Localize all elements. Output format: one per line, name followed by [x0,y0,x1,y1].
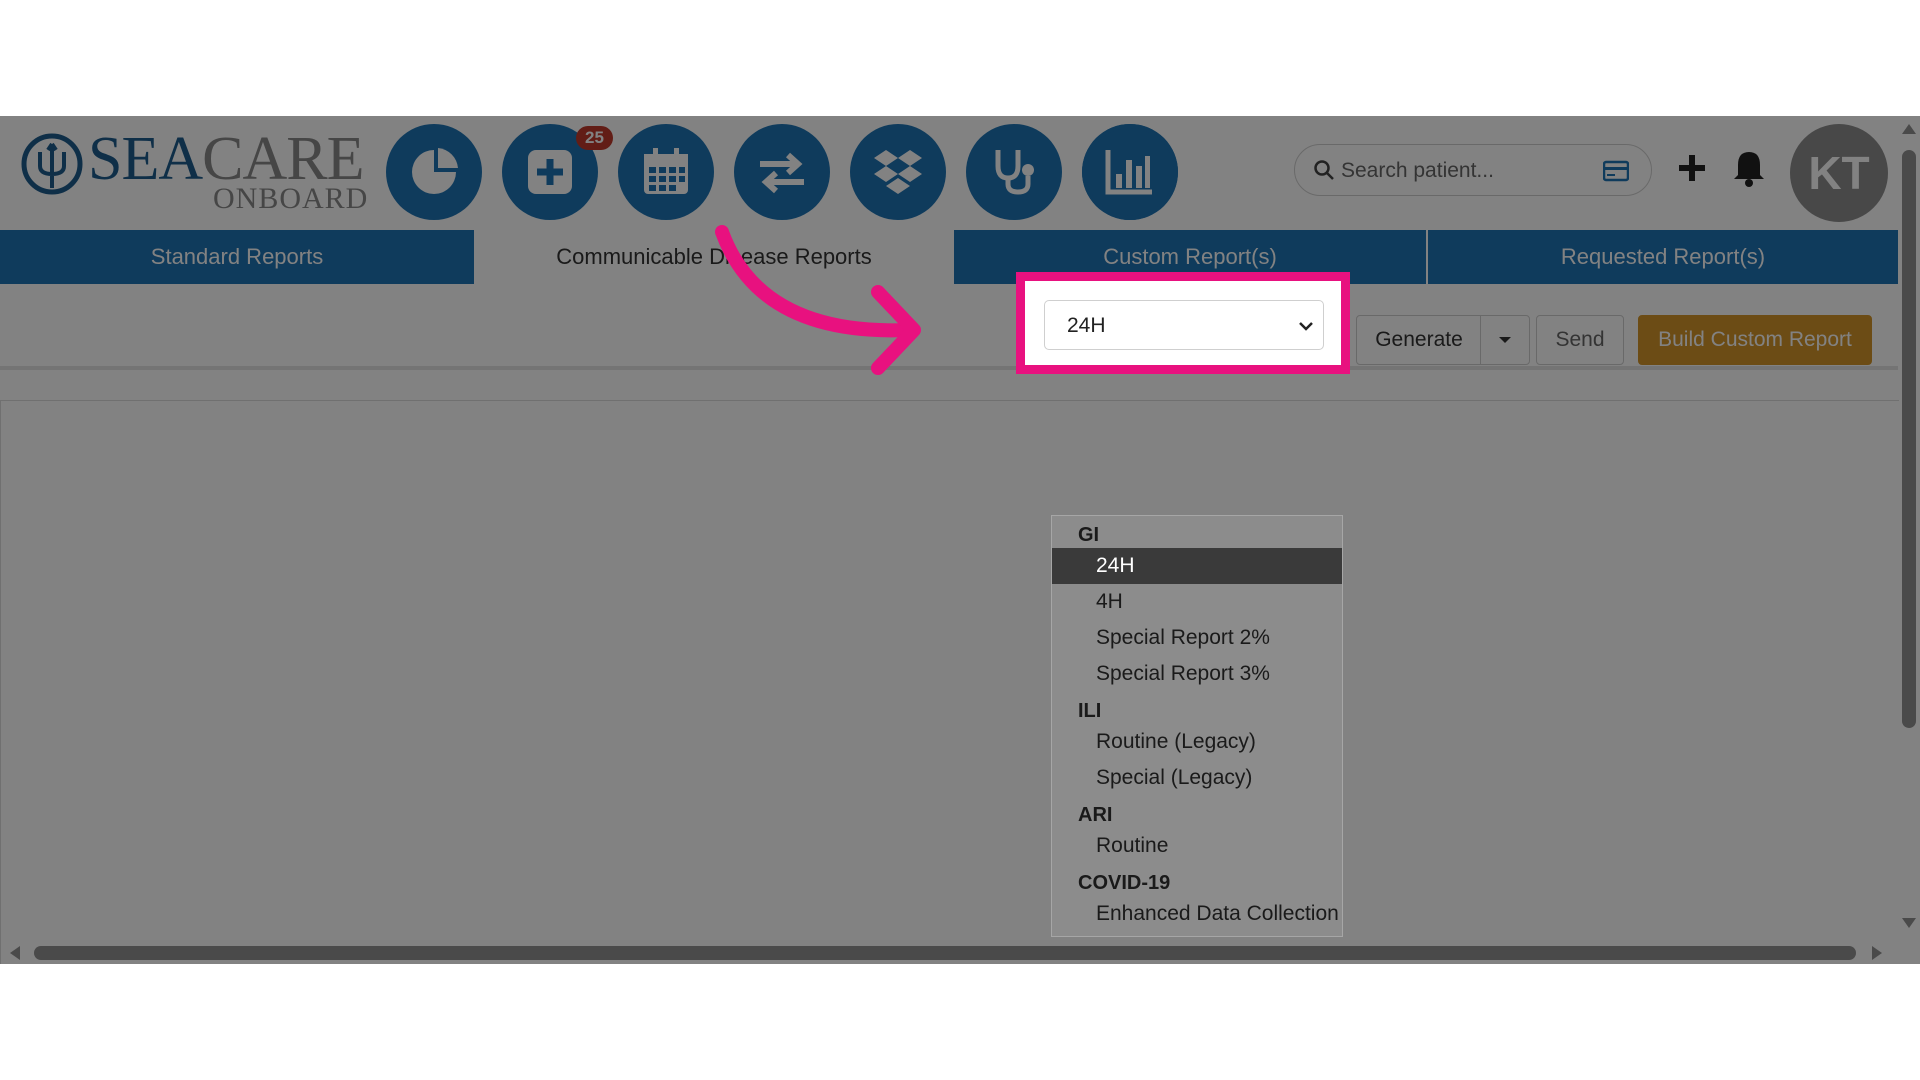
scroll-down-icon[interactable] [1902,918,1916,928]
scroll-up-icon[interactable] [1902,124,1916,134]
pointer-arrow-icon [715,225,921,375]
scroll-left-icon[interactable] [10,946,20,960]
vertical-scroll-thumb[interactable] [1902,150,1916,728]
vertical-scrollbar[interactable] [1898,116,1920,964]
dropdown-option-routine-legacy[interactable]: Routine (Legacy) [1052,724,1342,760]
dropdown-group-covid19: COVID-19 [1078,872,1171,894]
dropdown-option-special-2[interactable]: Special Report 2% [1052,620,1342,656]
dropdown-option-routine[interactable]: Routine [1052,828,1342,864]
dim-overlay [0,116,1920,964]
dropdown-group-ari: ARI [1078,804,1113,826]
dropdown-option-special-legacy[interactable]: Special (Legacy) [1052,760,1342,796]
dropdown-group-gi: GI [1078,524,1100,546]
dropdown-group-ili: ILI [1078,700,1102,722]
dropdown-option-enhanced-data[interactable]: Enhanced Data Collection [1052,896,1342,932]
horizontal-scroll-thumb[interactable] [34,946,1856,960]
dropdown-option-24h[interactable]: 24H [1052,548,1342,584]
dropdown-option-special-3[interactable]: Special Report 3% [1052,656,1342,692]
app-window: SEACARE ONBOARD 25 Search patient... KT … [0,116,1920,964]
dropdown-option-4h[interactable]: 4H [1052,584,1342,620]
highlight-box [1016,272,1350,374]
horizontal-scrollbar[interactable] [0,942,1898,964]
report-type-dropdown-list: GI 24H 4H Special Report 2% Special Repo… [1051,515,1343,937]
scroll-right-icon[interactable] [1872,946,1882,960]
